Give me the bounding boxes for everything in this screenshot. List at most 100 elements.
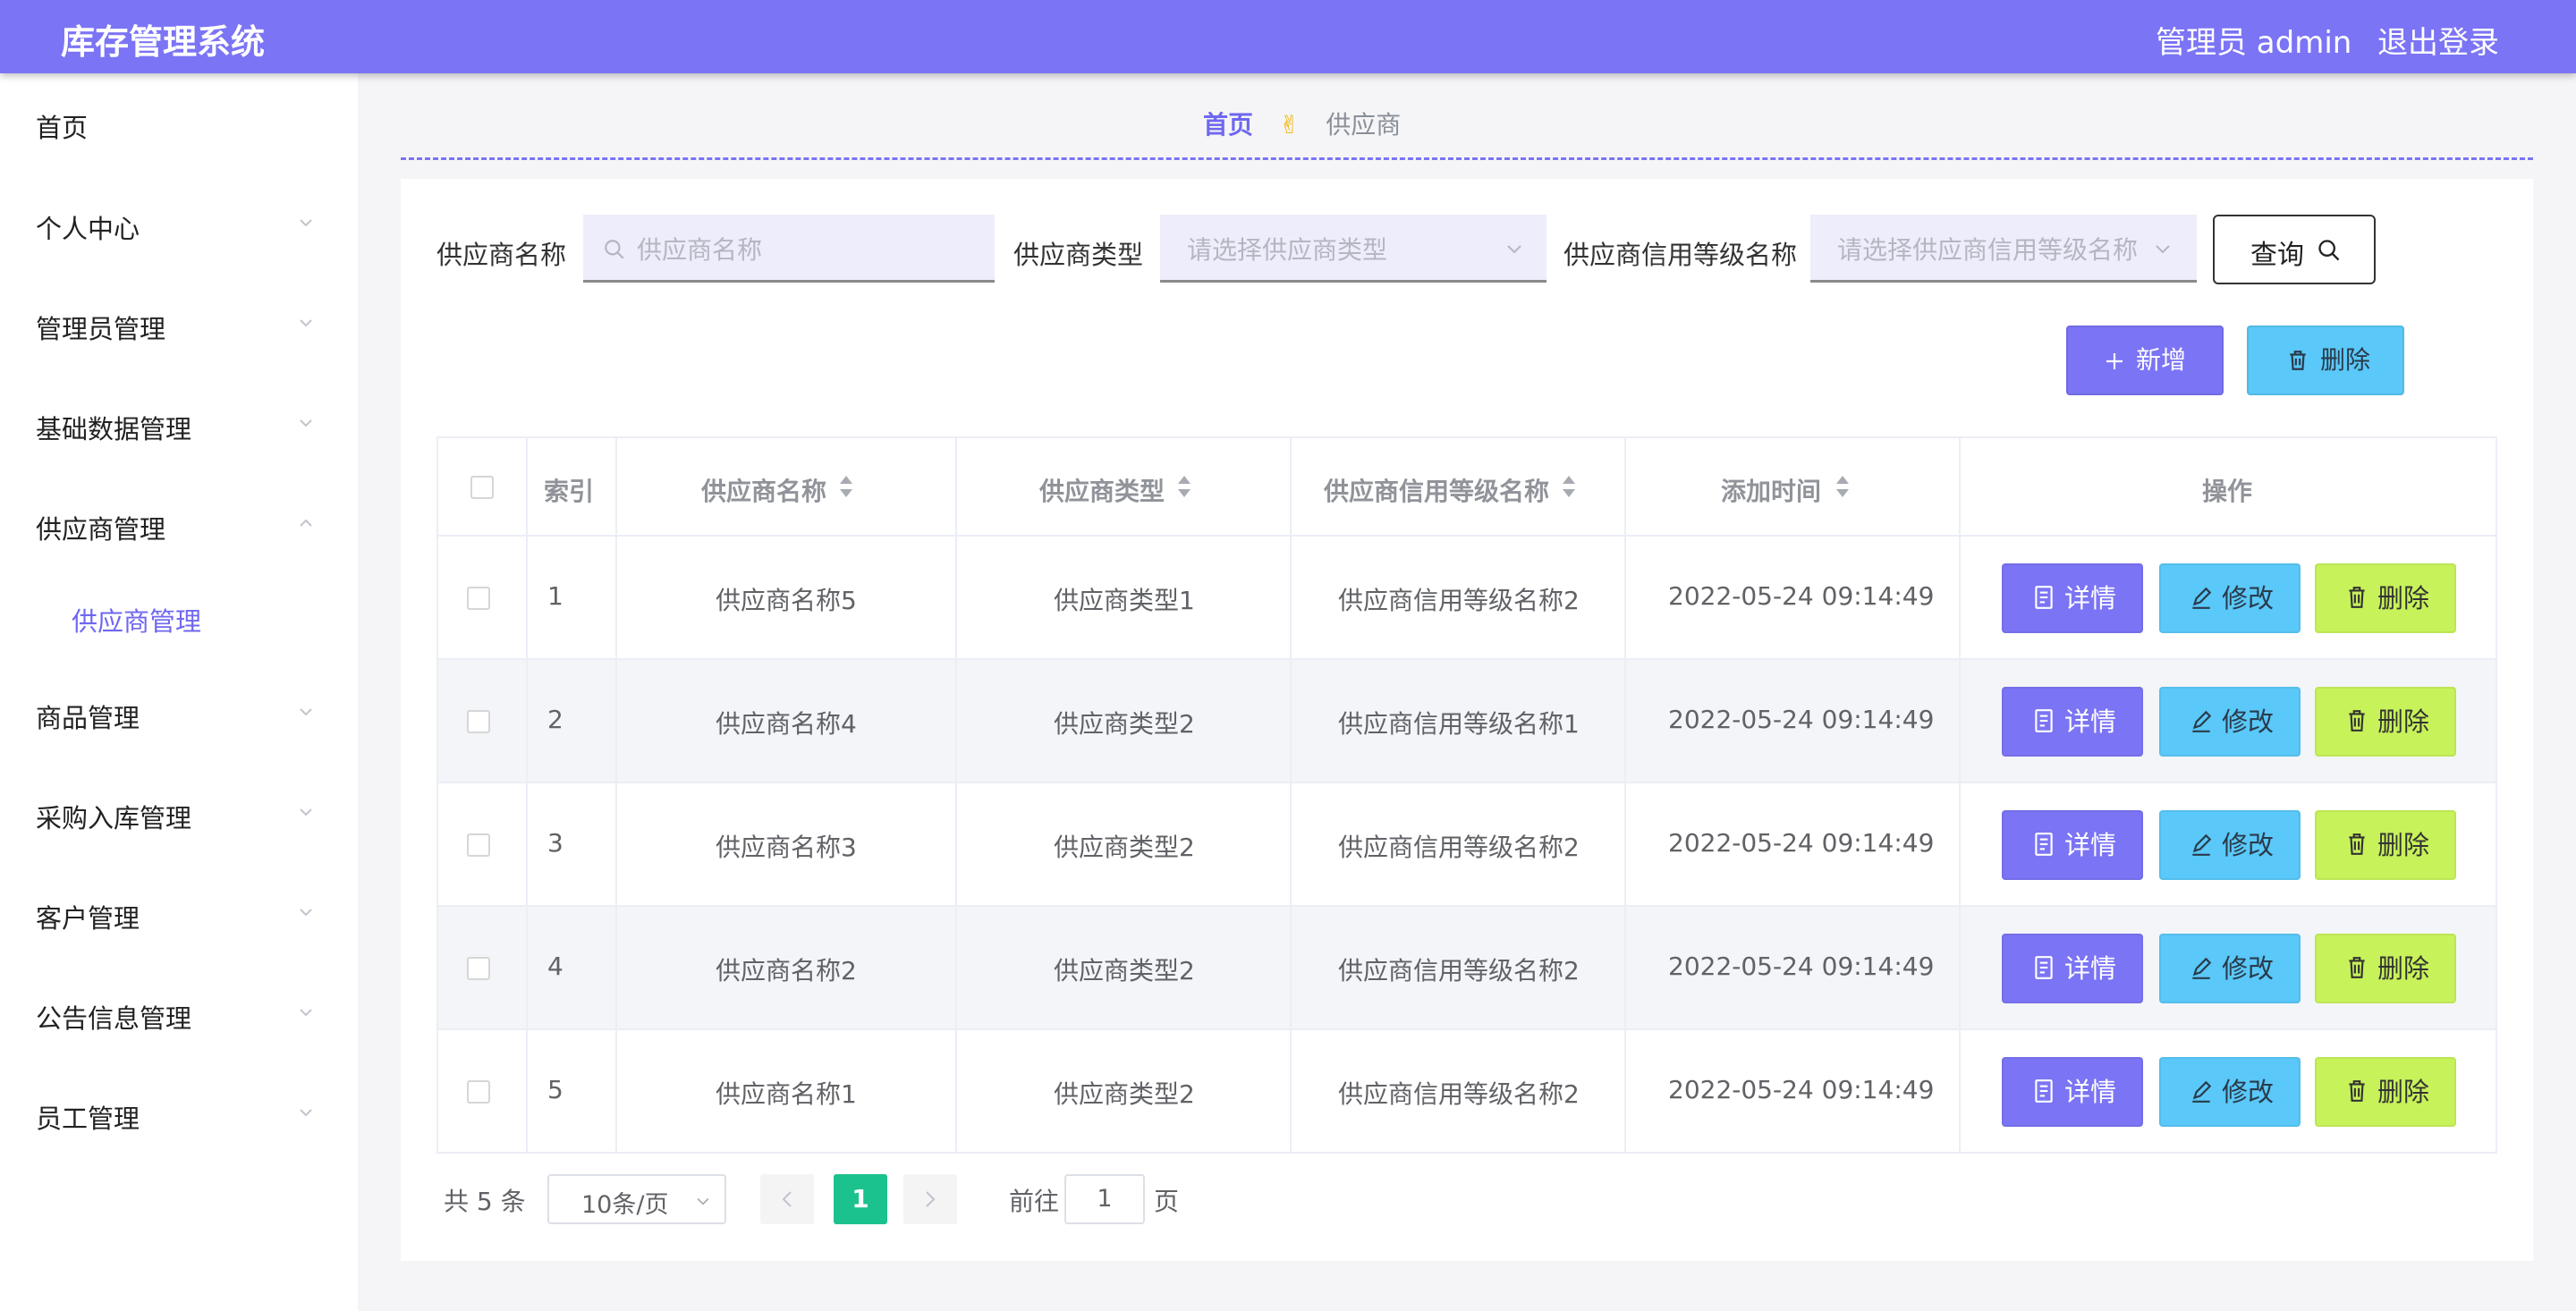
row-delete-button[interactable]: 删除 (2315, 934, 2456, 1003)
sidebar-item-notice-management[interactable]: 公告信息管理 (0, 982, 358, 1045)
row-edit-button-label: 修改 (2222, 1077, 2275, 1107)
query-button-label: 查询 (2250, 240, 2304, 271)
page-size-select[interactable]: 10条/页 (547, 1174, 726, 1224)
row-detail-button[interactable]: 详情 (2002, 687, 2143, 757)
chevron-down-icon (300, 808, 312, 816)
row-edit-button[interactable]: 修改 (2159, 934, 2301, 1003)
table-cell-name: 供应商名称3 (617, 783, 957, 907)
row-detail-button[interactable]: 详情 (2002, 934, 2143, 1003)
chevron-down-icon (300, 1109, 312, 1117)
row-detail-button[interactable]: 详情 (2002, 810, 2143, 880)
table-cell-actions: 详情 修改 删除 (1961, 783, 2497, 907)
header-actions-cell: 操作 (1961, 436, 2497, 537)
edit-icon (2192, 1080, 2212, 1103)
table-cell-select (436, 660, 528, 783)
sort-icon[interactable] (1560, 474, 1578, 499)
sidebar-item-supplier-management[interactable]: 供应商管理 (0, 493, 358, 555)
row-delete-button[interactable]: 删除 (2315, 563, 2456, 633)
batch-delete-button-label: 删除 (2320, 345, 2371, 375)
row-edit-button[interactable]: 修改 (2159, 1057, 2301, 1127)
table-cell-actions: 详情 修改 删除 (1961, 660, 2497, 783)
sidebar-item-admin-management[interactable]: 管理员管理 (0, 292, 358, 355)
header-select-cell (436, 436, 528, 537)
supplier-type-placeholder: 请选择供应商类型 (1187, 235, 1388, 265)
table-cell-time: 2022-05-24 09:14:49 (1626, 537, 1961, 660)
row-checkbox[interactable] (467, 710, 490, 733)
document-icon (2035, 709, 2053, 732)
row-checkbox[interactable] (467, 957, 490, 980)
supplier-type-select[interactable]: 请选择供应商类型 (1160, 215, 1546, 283)
sidebar-item-label: 基础数据管理 (36, 414, 192, 444)
supplier-credit-label: 供应商信用等级名称 (1563, 240, 1798, 270)
sidebar-item-label: 首页 (36, 113, 89, 143)
cell-index: 4 (547, 952, 564, 981)
sidebar-item-purchase-inbound[interactable]: 采购入库管理 (0, 782, 358, 844)
sort-icon[interactable] (1834, 474, 1852, 499)
row-delete-button[interactable]: 删除 (2315, 810, 2456, 880)
row-edit-button[interactable]: 修改 (2159, 563, 2301, 633)
row-delete-button[interactable]: 删除 (2315, 687, 2456, 757)
row-delete-button[interactable]: 删除 (2315, 1057, 2456, 1127)
row-checkbox[interactable] (467, 1080, 490, 1104)
edit-icon (2192, 587, 2212, 609)
row-detail-button[interactable]: 详情 (2002, 563, 2143, 633)
select-all-checkbox[interactable] (470, 476, 494, 499)
breadcrumb-home[interactable]: 首页 (1203, 110, 1253, 140)
sidebar-item-home[interactable]: 首页 (0, 91, 358, 154)
table-cell-index: 4 (528, 907, 617, 1030)
table-cell-index: 3 (528, 783, 617, 907)
chevron-down-icon (697, 1197, 709, 1205)
supplier-credit-select[interactable]: 请选择供应商信用等级名称 (1810, 215, 2197, 283)
row-checkbox[interactable] (467, 587, 490, 610)
sidebar-item-employee-management[interactable]: 员工管理 (0, 1082, 358, 1145)
trash-icon (2349, 1080, 2365, 1102)
header-name-cell: 供应商名称 (617, 436, 957, 537)
next-page-button[interactable] (903, 1174, 957, 1224)
table-cell-index: 5 (528, 1030, 617, 1154)
goto-page-input[interactable]: 1 (1064, 1174, 1145, 1224)
header-time-cell: 添加时间 (1626, 436, 1961, 537)
sidebar-item-customer-management[interactable]: 客户管理 (0, 882, 358, 944)
header-index: 索引 (544, 477, 595, 506)
sidebar-item-personal-center[interactable]: 个人中心 (0, 192, 358, 255)
supplier-name-placeholder: 供应商名称 (637, 235, 763, 265)
chevron-down-icon (300, 419, 312, 427)
sidebar-item-basic-data[interactable]: 基础数据管理 (0, 393, 358, 455)
cell-index: 1 (547, 581, 564, 611)
row-edit-button[interactable]: 修改 (2159, 687, 2301, 757)
table-cell-type: 供应商类型1 (957, 537, 1292, 660)
query-button[interactable]: 查询 (2213, 215, 2376, 284)
add-button[interactable]: 新增 (2066, 326, 2224, 395)
sort-icon[interactable] (1175, 474, 1193, 499)
cell-type: 供应商类型2 (1054, 1079, 1195, 1109)
pagination-total: 共 5 条 (444, 1187, 526, 1216)
document-icon (2035, 833, 2053, 856)
edit-icon (2192, 833, 2212, 856)
logout-link[interactable]: 退出登录 (2377, 18, 2499, 62)
row-edit-button[interactable]: 修改 (2159, 810, 2301, 880)
table-cell-name: 供应商名称1 (617, 1030, 957, 1154)
cell-credit: 供应商信用等级名称1 (1338, 709, 1580, 739)
cell-type: 供应商类型1 (1054, 586, 1195, 615)
header-type-cell: 供应商类型 (957, 436, 1292, 537)
table-cell-name: 供应商名称4 (617, 660, 957, 783)
header-name: 供应商名称 (701, 477, 827, 506)
row-delete-button-label: 删除 (2377, 583, 2430, 613)
prev-page-button[interactable] (760, 1174, 814, 1224)
row-checkbox[interactable] (467, 833, 490, 857)
supplier-name-input[interactable]: 供应商名称 (583, 215, 995, 283)
sidebar-item-product-management[interactable]: 商品管理 (0, 681, 358, 744)
sidebar-subitem-supplier-management[interactable]: 供应商管理 (0, 590, 358, 644)
table-cell-type: 供应商类型2 (957, 783, 1292, 907)
cell-index: 3 (547, 828, 564, 858)
batch-delete-button[interactable]: 删除 (2247, 326, 2404, 395)
sidebar-item-label: 员工管理 (36, 1104, 140, 1134)
sort-icon[interactable] (837, 474, 855, 499)
header-credit: 供应商信用等级名称 (1324, 477, 1550, 506)
table-cell-name: 供应商名称2 (617, 907, 957, 1030)
page-number-current[interactable]: 1 (834, 1174, 887, 1224)
sidebar-item-label: 商品管理 (36, 703, 140, 733)
chevron-right-icon (926, 1191, 936, 1207)
row-detail-button[interactable]: 详情 (2002, 1057, 2143, 1127)
app-title: 库存管理系统 (61, 22, 266, 62)
